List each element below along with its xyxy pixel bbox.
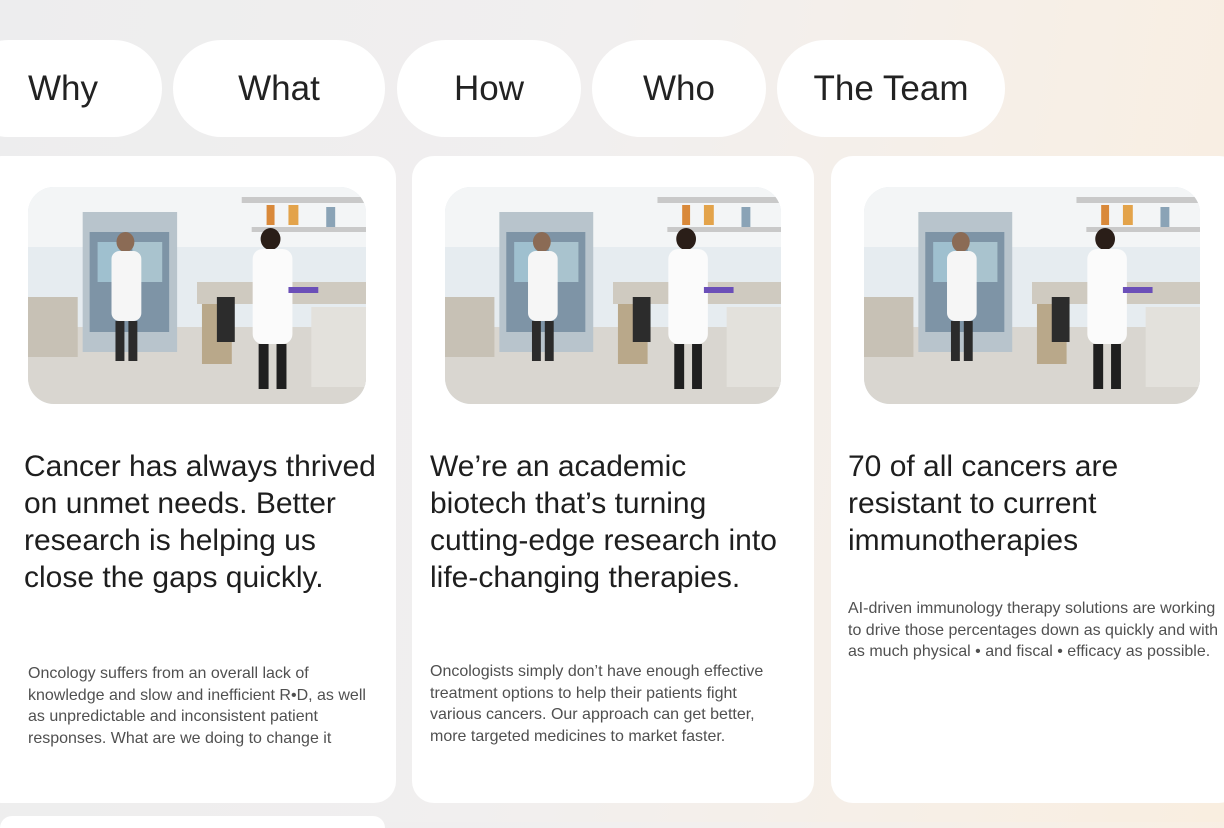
lab-photo-illustration bbox=[445, 187, 781, 404]
nav-tab-label: The Team bbox=[813, 68, 969, 108]
card-title: We’re an academic biotech that’s turning… bbox=[430, 450, 777, 594]
nav-tab-label: Why bbox=[28, 68, 98, 108]
nav-tab-label: Who bbox=[643, 68, 715, 108]
card-description: AI-driven immunology therapy solutions a… bbox=[848, 600, 1218, 661]
nav-tab-how[interactable]: How bbox=[397, 40, 581, 137]
lab-photo-illustration bbox=[864, 187, 1200, 404]
lab-photo bbox=[445, 187, 781, 404]
nav-tab-the-team[interactable]: The Team bbox=[777, 40, 1005, 137]
nav-tab-why[interactable]: Why bbox=[0, 40, 162, 137]
nav-tab-what[interactable]: What bbox=[173, 40, 385, 137]
card-description: Oncology suffers from an overall lack of… bbox=[28, 665, 366, 747]
info-card: We’re an academic biotech that’s turning… bbox=[412, 156, 814, 803]
next-card-edge bbox=[0, 816, 385, 828]
card-title: Cancer has always thrived on unmet needs… bbox=[24, 450, 376, 594]
nav-tab-label: How bbox=[453, 68, 525, 108]
nav-tab-who[interactable]: Who bbox=[592, 40, 766, 137]
nav-tab-label: What bbox=[238, 68, 320, 108]
info-card: 70 of all cancers are resistant to curre… bbox=[831, 156, 1224, 803]
card-title: 70 of all cancers are resistant to curre… bbox=[848, 450, 1119, 557]
lab-photo bbox=[28, 187, 366, 404]
card-description: Oncologists simply don’t have enough eff… bbox=[430, 663, 764, 745]
lab-photo bbox=[864, 187, 1200, 404]
lab-photo-illustration bbox=[28, 187, 366, 404]
info-card: Cancer has always thrived on unmet needs… bbox=[0, 156, 396, 803]
